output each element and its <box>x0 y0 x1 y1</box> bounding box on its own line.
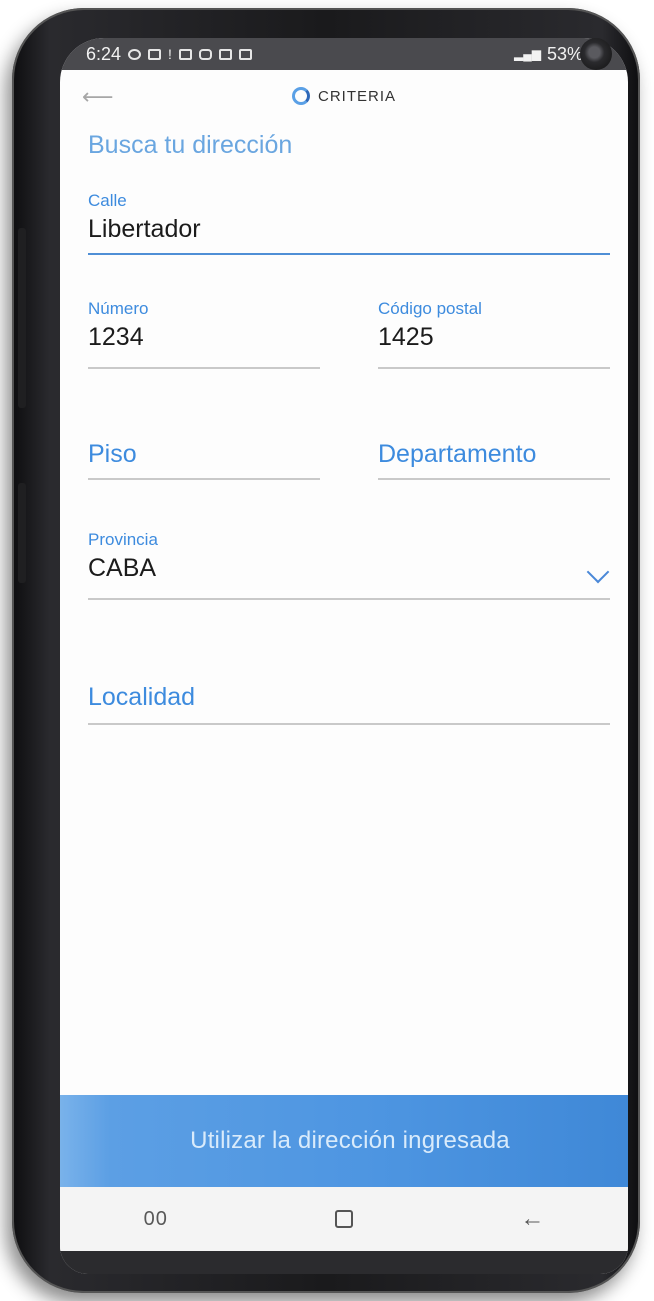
departamento-placeholder: Departamento <box>378 440 537 468</box>
phone-frame: 6:24 ! ▂▄▆ 53% ⟵ CRITERIA Busca tu direc… <box>12 8 640 1293</box>
numero-field[interactable]: Número 1234 <box>88 299 320 369</box>
gmail-icon <box>238 48 252 60</box>
localidad-underline <box>88 723 610 725</box>
piso-underline <box>88 478 320 480</box>
piso-placeholder: Piso <box>88 440 137 468</box>
logo-ring-icon <box>291 87 310 105</box>
departamento-field[interactable]: Departamento <box>378 440 610 480</box>
departamento-underline <box>378 478 610 480</box>
home-button[interactable] <box>335 1210 354 1228</box>
status-left: 6:24 ! <box>86 44 252 65</box>
provincia-underline <box>88 598 610 600</box>
form-title: Busca tu dirección <box>88 131 293 159</box>
numero-label: Número <box>88 299 149 318</box>
wifi-signal-icon: ▂▄▆ <box>514 47 541 61</box>
system-nav-bar: 00 ← <box>60 1187 628 1251</box>
app-header: ⟵ CRITERIA <box>60 70 628 122</box>
codigo-postal-value: 1425 <box>378 323 434 351</box>
recent-apps-button[interactable]: 00 <box>144 1208 168 1231</box>
battery-percent: 53% <box>546 43 583 64</box>
notification-icon: ! <box>168 46 172 62</box>
calle-value: Libertador <box>88 215 201 243</box>
piso-field[interactable]: Piso <box>88 440 320 480</box>
phone-chin <box>60 1251 628 1274</box>
localidad-field[interactable]: Localidad <box>88 683 610 725</box>
screen: 6:24 ! ▂▄▆ 53% ⟵ CRITERIA Busca tu direc… <box>60 38 628 1274</box>
front-camera-icon <box>580 38 612 70</box>
provincia-value: CABA <box>88 554 157 582</box>
mail-icon <box>148 48 162 60</box>
logo: CRITERIA <box>291 87 396 105</box>
gallery-icon <box>218 48 232 60</box>
numero-underline <box>88 367 320 369</box>
back-arrow-icon[interactable]: ⟵ <box>82 84 114 110</box>
codigo-postal-field[interactable]: Código postal 1425 <box>378 299 610 369</box>
codigo-postal-label: Código postal <box>378 299 482 318</box>
gmail-icon <box>178 48 192 60</box>
status-time: 6:24 <box>86 43 122 64</box>
use-address-button[interactable]: Utilizar la dirección ingresada <box>60 1095 628 1187</box>
calle-underline <box>88 253 610 255</box>
numero-value: 1234 <box>88 323 144 351</box>
provincia-select[interactable]: Provincia CABA <box>88 530 610 600</box>
bixby-button <box>18 483 26 583</box>
whatsapp-icon <box>128 48 142 60</box>
calle-label: Calle <box>88 191 127 210</box>
logo-text: CRITERIA <box>317 87 396 105</box>
system-back-button[interactable]: ← <box>520 1205 544 1233</box>
provincia-label: Provincia <box>88 530 158 549</box>
volume-button <box>18 228 26 408</box>
codigo-postal-underline <box>378 367 610 369</box>
calle-field[interactable]: Calle Libertador <box>88 191 610 255</box>
status-bar: 6:24 ! ▂▄▆ 53% <box>60 38 628 70</box>
localidad-placeholder: Localidad <box>88 683 196 711</box>
instagram-icon <box>198 48 212 60</box>
